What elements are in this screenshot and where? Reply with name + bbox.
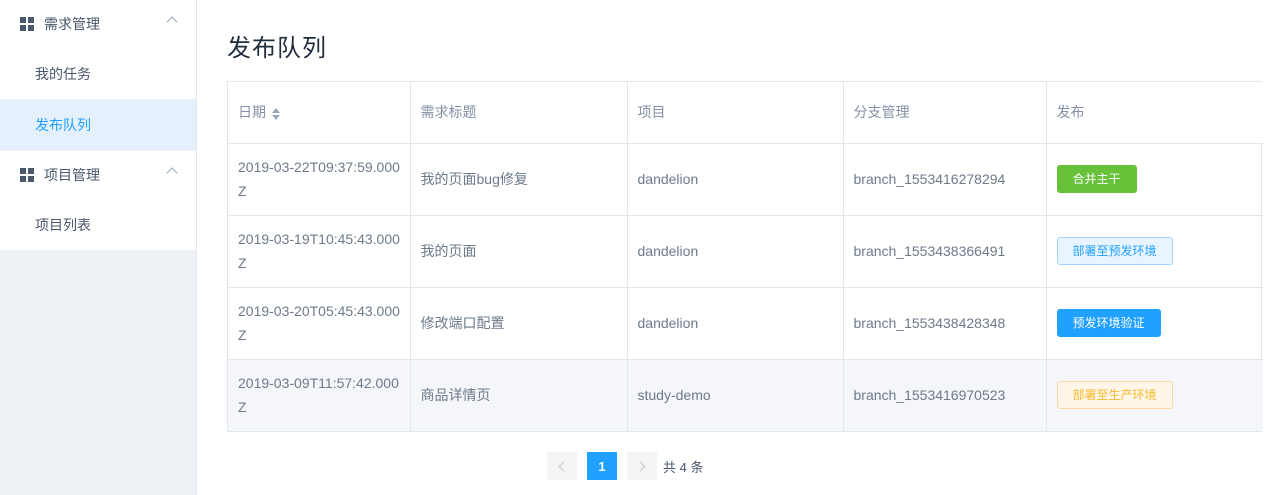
cell-date: 2019-03-19T10:45:43.000Z <box>228 215 411 288</box>
sort-icon[interactable] <box>272 107 280 120</box>
merge-trunk-button[interactable]: 合并主干 <box>1056 165 1137 193</box>
grid-icon <box>20 17 34 31</box>
cell-branch: branch_1553416970523 <box>843 359 1047 431</box>
cell-project: dandelion <box>627 143 844 216</box>
chevron-right-icon <box>635 461 646 471</box>
main-content: 发布队列 日期 需求标题 项目 分支管理 发布 2019-03-22T09:37… <box>197 0 1280 495</box>
cell-action: 部署至预发环境 <box>1046 215 1263 288</box>
sidebar: 需求管理 我的任务 发布队列 项目管理 项目列表 <box>0 0 197 495</box>
table-row: 2019-03-22T09:37:59.000Z 我的页面bug修复 dande… <box>228 143 1263 216</box>
table-row: 2019-03-20T05:45:43.000Z 修改端口配置 dandelio… <box>228 287 1263 360</box>
cell-action: 合并主干 <box>1046 143 1263 216</box>
prev-page-button[interactable] <box>547 452 577 480</box>
cell-title: 我的页面 <box>410 215 628 288</box>
pagination: 1 共 4 条 <box>547 452 703 480</box>
menu-group-title-requirements[interactable]: 需求管理 <box>0 0 196 48</box>
cell-action: 预发环境验证 <box>1046 287 1263 360</box>
cell-date: 2019-03-09T11:57:42.000Z <box>228 359 411 431</box>
menu-group-title-projects[interactable]: 项目管理 <box>0 151 196 199</box>
cell-title: 我的页面bug修复 <box>410 143 628 216</box>
pagination-total: 共 4 条 <box>663 459 704 475</box>
column-header-date[interactable]: 日期 <box>228 82 411 144</box>
table-row: 2019-03-19T10:45:43.000Z 我的页面 dandelion … <box>228 215 1263 288</box>
chevron-up-icon <box>166 16 178 28</box>
chevron-left-icon <box>558 461 569 471</box>
cell-project: study-demo <box>627 359 844 431</box>
cell-branch: branch_1553416278294 <box>843 143 1047 216</box>
chevron-up-icon <box>166 167 178 179</box>
deploy-staging-button[interactable]: 部署至预发环境 <box>1056 237 1173 265</box>
cell-date: 2019-03-22T09:37:59.000Z <box>228 143 411 216</box>
table-header-row: 日期 需求标题 项目 分支管理 发布 <box>228 82 1263 144</box>
sidebar-item-release-queue[interactable]: 发布队列 <box>0 99 196 150</box>
cell-action: 部署至生产环境 <box>1046 359 1263 431</box>
next-page-button[interactable] <box>627 452 657 480</box>
column-header-release: 发布 <box>1046 82 1263 144</box>
menu-group-label: 项目管理 <box>44 167 100 183</box>
page-number-button[interactable]: 1 <box>587 452 617 480</box>
cell-title: 修改端口配置 <box>410 287 628 360</box>
cell-project: dandelion <box>627 287 844 360</box>
verify-staging-button[interactable]: 预发环境验证 <box>1056 309 1161 337</box>
sidebar-item-my-tasks[interactable]: 我的任务 <box>0 48 196 99</box>
column-header-title: 需求标题 <box>410 82 628 144</box>
cell-date: 2019-03-20T05:45:43.000Z <box>228 287 411 360</box>
cell-branch: branch_1553438428348 <box>843 287 1047 360</box>
menu-group-projects: 项目管理 项目列表 <box>0 151 196 251</box>
page-title: 发布队列 <box>227 35 327 62</box>
deploy-production-button[interactable]: 部署至生产环境 <box>1056 381 1173 410</box>
sidebar-item-label: 项目列表 <box>35 216 91 233</box>
column-header-project: 项目 <box>627 82 844 144</box>
sidebar-item-project-list[interactable]: 项目列表 <box>0 199 196 250</box>
menu-group-requirements: 需求管理 我的任务 发布队列 <box>0 0 196 151</box>
cell-project: dandelion <box>627 215 844 288</box>
release-table: 日期 需求标题 项目 分支管理 发布 2019-03-22T09:37:59.0… <box>227 81 1263 432</box>
sidebar-item-label: 我的任务 <box>35 65 91 82</box>
cell-branch: branch_1553438366491 <box>843 215 1047 288</box>
column-header-branch: 分支管理 <box>843 82 1047 144</box>
sidebar-item-label: 发布队列 <box>35 116 91 133</box>
table-row: 2019-03-09T11:57:42.000Z 商品详情页 study-dem… <box>228 359 1263 431</box>
grid-icon <box>20 168 34 182</box>
cell-title: 商品详情页 <box>410 359 628 431</box>
menu-group-label: 需求管理 <box>44 16 100 32</box>
